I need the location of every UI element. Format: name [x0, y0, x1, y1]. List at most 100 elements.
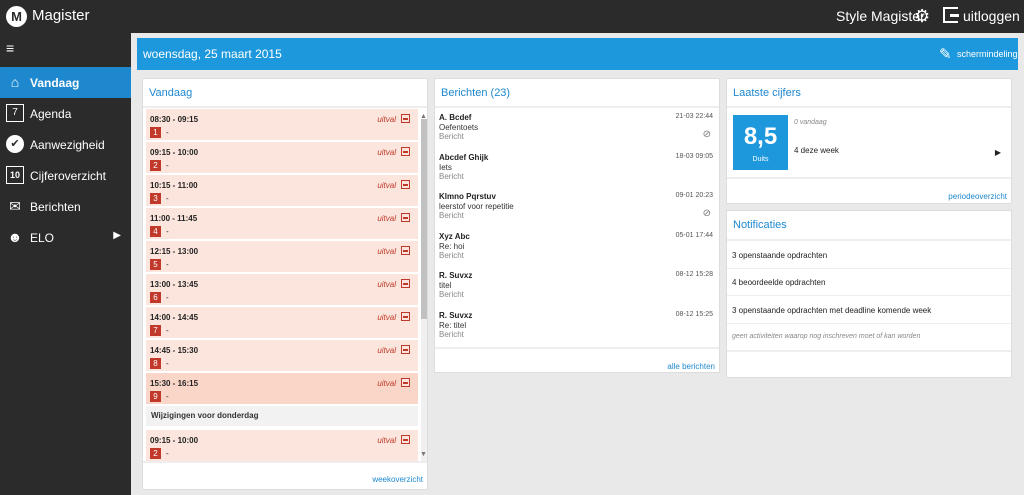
lesson-time: 09:15 - 10:00	[150, 148, 199, 157]
top-bar: M Magister Style Magister ⚙ uitloggen	[0, 0, 1024, 33]
notification-item[interactable]: 3 openstaande opdrachten	[732, 251, 827, 260]
notification-item[interactable]: 3 openstaande opdrachten met deadline ko…	[732, 306, 931, 315]
lesson-time: 11:00 - 11:45	[150, 214, 198, 223]
lesson-row-current[interactable]: 15:30 - 16:15 uitval 9 -	[146, 373, 418, 404]
message-item[interactable]: A. Bcdef Oefentoets Bericht 21-03 22:44 …	[439, 113, 715, 151]
grades-week-count[interactable]: 4 deze week	[794, 146, 839, 155]
cancelled-icon	[401, 378, 410, 387]
magister-logo-icon[interactable]: M	[6, 6, 27, 27]
lesson-time: 12:15 - 13:00	[150, 247, 199, 256]
message-subject: Re: hoi	[439, 242, 465, 251]
cancelled-icon	[401, 279, 410, 288]
schermindeling-button[interactable]: schermindeling	[957, 49, 1018, 59]
users-icon: ☻	[7, 229, 23, 245]
lesson-subject: -	[166, 161, 169, 170]
message-item[interactable]: R. Suvxz Re: titel Bericht 08-12 15:25	[439, 311, 715, 349]
notifications-title: Notificaties	[733, 219, 787, 231]
lesson-time: 14:45 - 15:30	[150, 346, 199, 355]
sidebar-item-label: Vandaag	[30, 76, 80, 90]
lesson-row[interactable]: 10:15 - 11:00 uitval 3 -	[146, 175, 418, 206]
message-date: 08-12 15:25	[675, 311, 713, 318]
notification-item[interactable]: 4 beoordeelde opdrachten	[732, 278, 825, 287]
cancelled-label: uitval	[377, 436, 396, 445]
app-title[interactable]: Magister	[32, 7, 90, 24]
cancelled-icon	[401, 147, 410, 156]
paperclip-icon: ⊘	[702, 208, 711, 219]
sidebar-item-elo[interactable]: ☻ ELO ▶	[0, 222, 131, 253]
cancelled-icon	[401, 312, 410, 321]
lesson-subject: -	[166, 392, 169, 401]
lesson-time: 15:30 - 16:15	[150, 379, 199, 388]
logout-icon[interactable]	[943, 7, 959, 23]
message-sender: R. Suvxz	[439, 271, 473, 280]
lesson-row[interactable]: 12:15 - 13:00 uitval 5 -	[146, 241, 418, 272]
message-sender: R. Suvxz	[439, 311, 473, 320]
calendar-icon: 7	[6, 104, 24, 122]
pencil-icon[interactable]: ✎	[939, 45, 952, 63]
period-overview-link[interactable]: periodeoverzicht	[948, 192, 1007, 201]
latest-grade-tile[interactable]: 8,5 Duits	[733, 115, 788, 170]
lesson-row[interactable]: 11:00 - 11:45 uitval 4 -	[146, 208, 418, 239]
lesson-time: 10:15 - 11:00	[150, 181, 198, 190]
today-lesson-list[interactable]: 08:30 - 09:15 uitval 1 - 09:15 - 10:00 u…	[143, 109, 429, 461]
hour-badge: 6	[150, 292, 161, 303]
message-item[interactable]: R. Suvxz titel Bericht 08-12 15:28	[439, 271, 715, 309]
scroll-up-icon[interactable]: ▲	[420, 113, 427, 120]
grades-title: Laatste cijfers	[733, 87, 801, 99]
hour-badge: 3	[150, 193, 161, 204]
current-date: woensdag, 25 maart 2015	[143, 47, 282, 61]
grades-icon: 10	[6, 166, 24, 184]
week-overview-link[interactable]: weekoverzicht	[372, 475, 423, 484]
message-sender: Xyz Abc	[439, 232, 470, 241]
scroll-down-icon[interactable]: ▼	[420, 451, 427, 458]
message-item[interactable]: Xyz Abc Re: hoi Bericht 05-01 17:44	[439, 232, 715, 270]
changes-header: Wijzigingen voor donderdag	[146, 406, 418, 426]
hour-badge: 5	[150, 259, 161, 270]
cancelled-label: uitval	[377, 148, 396, 157]
gear-icon[interactable]: ⚙	[914, 6, 930, 26]
sidebar-item-label: ELO	[30, 231, 55, 245]
message-subject: leerstof voor repetitie	[439, 202, 514, 211]
cancelled-icon	[401, 180, 410, 189]
lesson-row[interactable]: 08:30 - 09:15 uitval 1 -	[146, 109, 418, 140]
lesson-row[interactable]: 09:15 - 10:00 uitval 2 -	[146, 430, 418, 461]
message-date: 05-01 17:44	[675, 232, 713, 239]
sidebar-item-agenda[interactable]: 7 Agenda	[0, 98, 131, 129]
lesson-time: 08:30 - 09:15	[150, 115, 199, 124]
message-item[interactable]: Abcdef Ghijk Iets Bericht 18-03 09:05	[439, 153, 715, 191]
sidebar-item-berichten[interactable]: ✉ Berichten	[0, 191, 131, 222]
message-date: 08-12 15:28	[675, 271, 713, 278]
message-sender: Klmno Pqrstuv	[439, 192, 496, 201]
cancelled-icon	[401, 345, 410, 354]
message-type: Bericht	[439, 172, 464, 181]
lesson-row[interactable]: 14:45 - 15:30 uitval 8 -	[146, 340, 418, 371]
message-subject: Oefentoets	[439, 123, 479, 132]
scrollbar-thumb[interactable]	[421, 119, 427, 319]
lesson-subject: -	[166, 326, 169, 335]
logout-button[interactable]: uitloggen	[963, 8, 1020, 24]
message-subject: titel	[439, 281, 452, 290]
style-magister-link[interactable]: Style Magister	[836, 8, 925, 24]
lesson-row[interactable]: 14:00 - 14:45 uitval 7 -	[146, 307, 418, 338]
collapse-menu-icon[interactable]: ≡	[6, 41, 14, 55]
lesson-row[interactable]: 09:15 - 10:00 uitval 2 -	[146, 142, 418, 173]
message-type: Bericht	[439, 290, 464, 299]
sidebar-item-vandaag[interactable]: ⌂ Vandaag	[0, 67, 131, 98]
hour-badge: 2	[150, 160, 161, 171]
all-messages-link[interactable]: alle berichten	[667, 362, 715, 371]
hour-badge: 7	[150, 325, 161, 336]
grades-today-count: 0 vandaag	[794, 119, 827, 126]
lesson-row[interactable]: 13:00 - 13:45 uitval 6 -	[146, 274, 418, 305]
date-header: woensdag, 25 maart 2015 ✎ schermindeling	[137, 38, 1018, 70]
chevron-right-icon: ▶	[113, 230, 121, 241]
cancelled-icon	[401, 114, 410, 123]
sidebar-item-aanwezigheid[interactable]: ✔ Aanwezigheid	[0, 129, 131, 160]
chevron-right-icon[interactable]: ▶	[995, 148, 1001, 157]
sidebar: ≡ ⌂ Vandaag 7 Agenda ✔ Aanwezigheid 10 C…	[0, 33, 131, 495]
cancelled-label: uitval	[377, 115, 396, 124]
message-item[interactable]: Klmno Pqrstuv leerstof voor repetitie Be…	[439, 192, 715, 230]
cancelled-label: uitval	[377, 247, 396, 256]
sidebar-item-cijferoverzicht[interactable]: 10 Cijferoverzicht	[0, 160, 131, 191]
message-type: Bericht	[439, 211, 464, 220]
grade-value: 8,5	[743, 123, 778, 150]
